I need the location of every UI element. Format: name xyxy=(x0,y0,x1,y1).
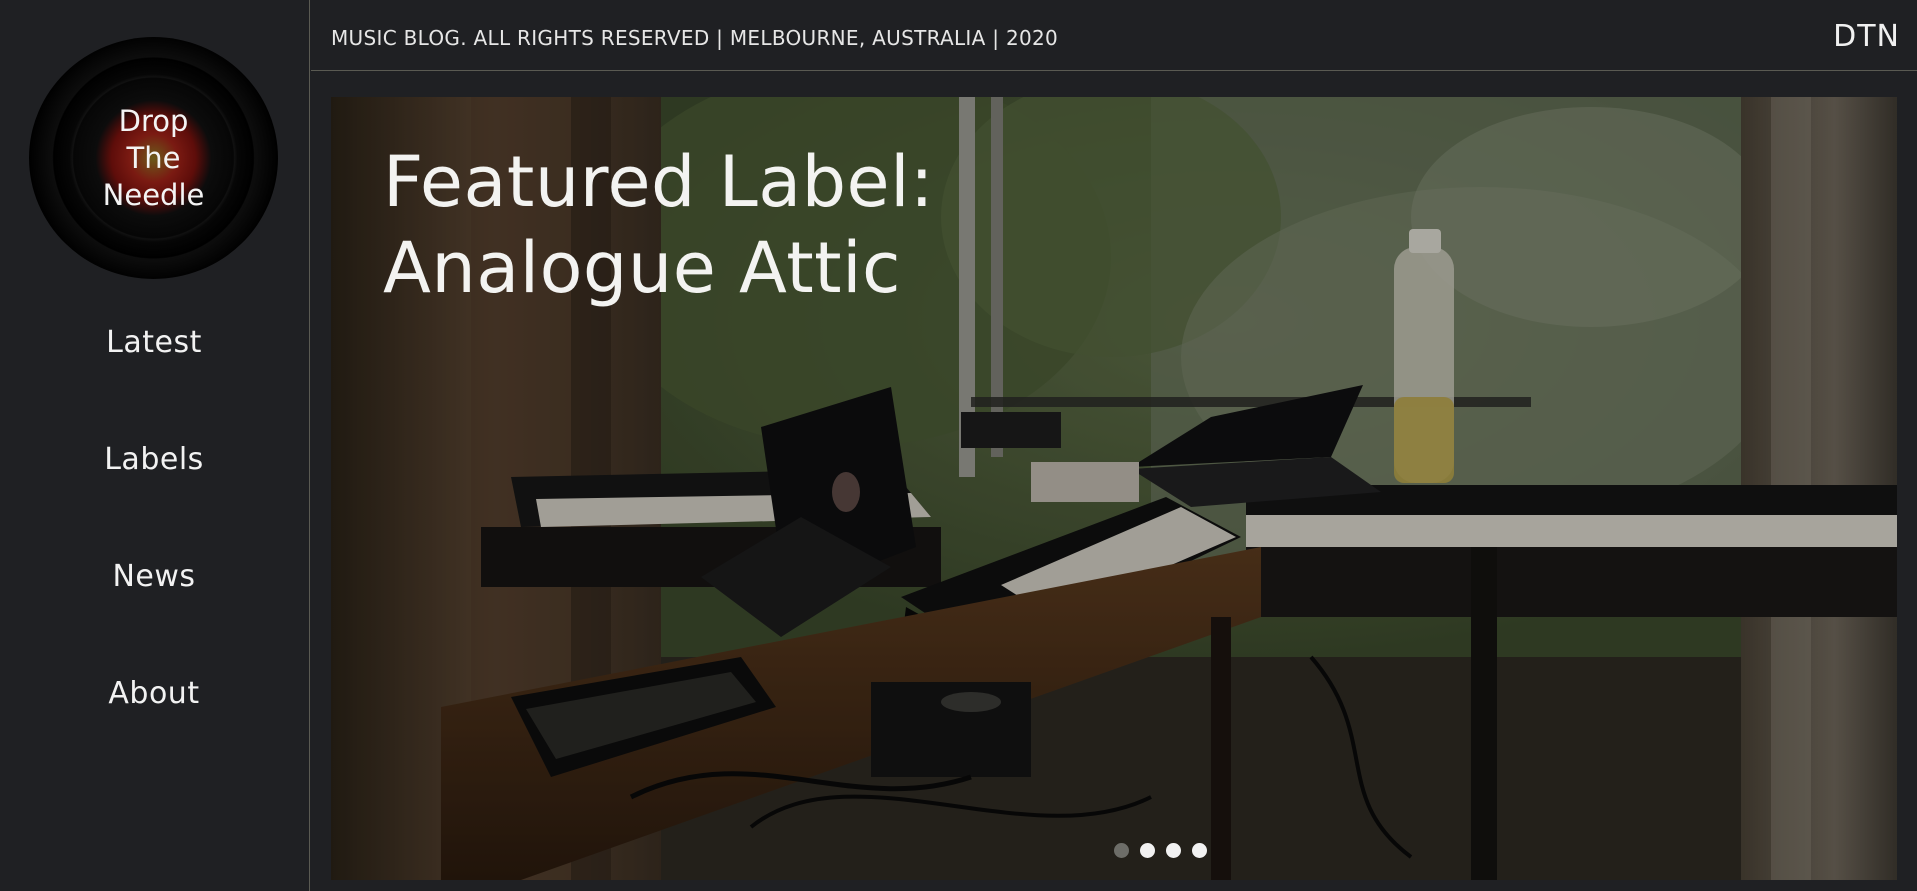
logo-record[interactable]: Drop The Needle xyxy=(29,37,278,279)
nav-item-latest[interactable]: Latest xyxy=(0,305,308,422)
logo-line-drop: Drop xyxy=(118,103,189,138)
logo-line-needle: Needle xyxy=(102,177,205,212)
hero-carousel[interactable]: Featured Label: Analogue Attic xyxy=(331,97,1897,880)
nav-item-labels[interactable]: Labels xyxy=(0,422,308,539)
brand-monogram[interactable]: DTN xyxy=(1833,19,1900,54)
hero-title[interactable]: Featured Label: Analogue Attic xyxy=(383,139,934,311)
logo-text: Drop The Needle xyxy=(29,37,278,279)
copyright-text: MUSIC BLOG. ALL RIGHTS RESERVED | MELBOU… xyxy=(331,26,1059,50)
nav-item-about[interactable]: About xyxy=(0,656,308,773)
hero-title-line2: Analogue Attic xyxy=(383,227,902,309)
carousel-dot-4[interactable] xyxy=(1192,843,1207,858)
logo-line-the: The xyxy=(126,140,181,175)
top-bar: MUSIC BLOG. ALL RIGHTS RESERVED | MELBOU… xyxy=(311,0,1917,71)
carousel-indicators xyxy=(1114,843,1207,858)
carousel-dot-3[interactable] xyxy=(1166,843,1181,858)
sidebar: Drop The Needle Latest Labels News About xyxy=(0,0,310,891)
carousel-dot-1[interactable] xyxy=(1114,843,1129,858)
main-nav: Latest Labels News About xyxy=(0,305,308,773)
hero-title-line1: Featured Label: xyxy=(383,141,935,223)
carousel-dot-2[interactable] xyxy=(1140,843,1155,858)
nav-item-news[interactable]: News xyxy=(0,539,308,656)
